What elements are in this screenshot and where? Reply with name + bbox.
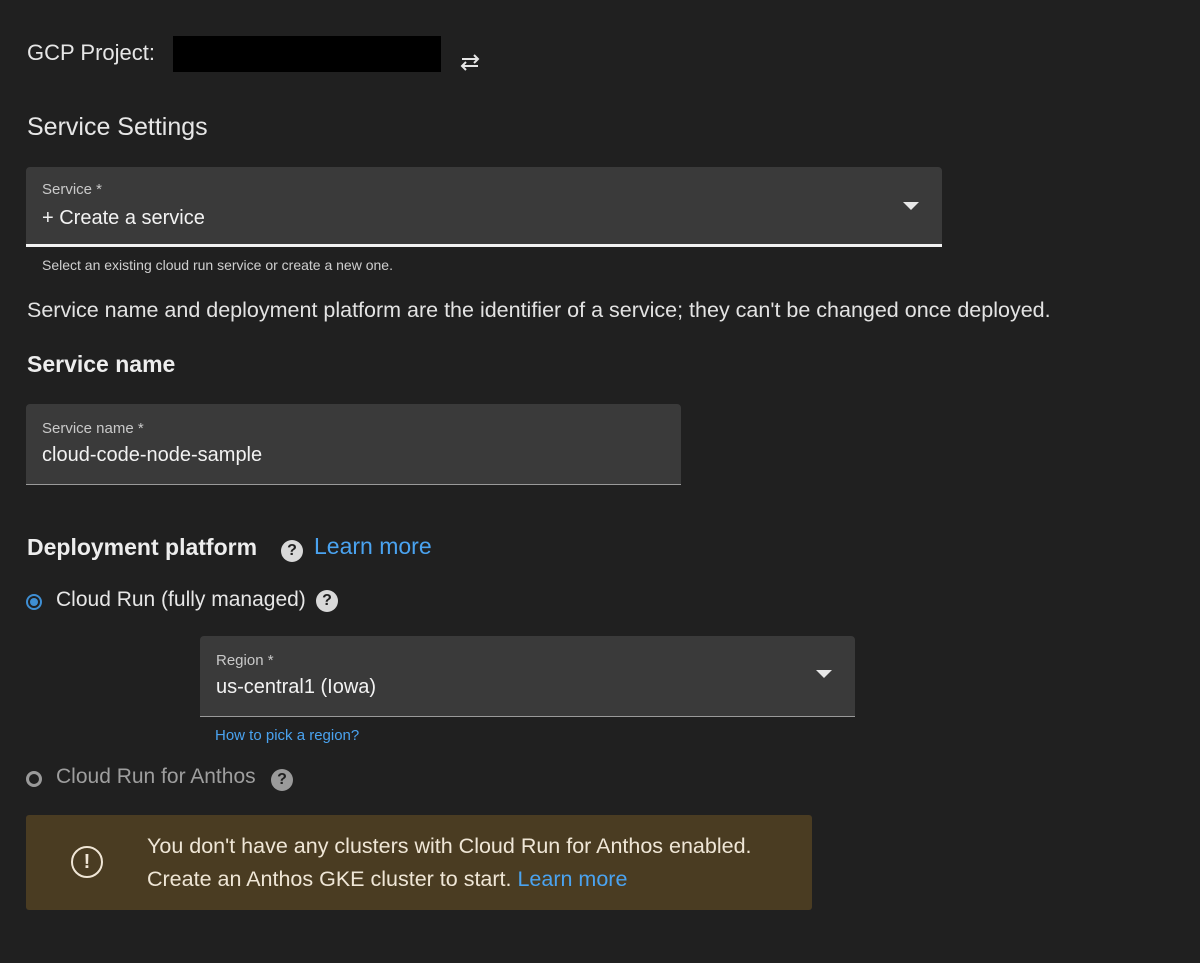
region-select-label: Region *: [216, 652, 274, 669]
service-select-label: Service *: [42, 181, 103, 198]
radio-cloud-run-managed[interactable]: [26, 594, 42, 610]
radio-cloud-run-managed-label[interactable]: Cloud Run (fully managed): [56, 588, 306, 612]
help-icon[interactable]: ?: [281, 540, 303, 562]
dropdown-caret-icon[interactable]: [903, 202, 919, 210]
deploy-settings-page: GCP Project: Service Settings Service * …: [0, 0, 1200, 963]
warning-learn-more-link[interactable]: Learn more: [517, 867, 627, 891]
gcp-project-label: GCP Project:: [27, 40, 155, 65]
deployment-learn-more-link[interactable]: Learn more: [314, 533, 432, 560]
service-select[interactable]: Service * + Create a service: [26, 167, 942, 247]
help-icon[interactable]: ?: [316, 590, 338, 612]
service-name-heading: Service name: [27, 351, 176, 377]
service-select-helper: Select an existing cloud run service or …: [42, 257, 393, 273]
gcp-project-value-redacted: [173, 36, 441, 72]
swap-icon[interactable]: [459, 52, 481, 72]
service-name-input-value[interactable]: cloud-code-node-sample: [42, 444, 262, 467]
deployment-platform-heading: Deployment platform: [27, 534, 258, 560]
pick-region-link[interactable]: How to pick a region?: [215, 727, 359, 744]
warning-text: You don't have any clusters with Cloud R…: [147, 834, 752, 891]
service-identifier-note: Service name and deployment platform are…: [27, 298, 1051, 322]
service-name-input-label: Service name *: [42, 420, 144, 437]
help-icon[interactable]: ?: [271, 769, 293, 791]
warning-message: You don't have any clusters with Cloud R…: [147, 830, 797, 896]
radio-cloud-run-anthos-label[interactable]: Cloud Run for Anthos: [56, 765, 256, 789]
region-select[interactable]: Region * us-central1 (Iowa): [200, 636, 855, 717]
service-name-input[interactable]: Service name * cloud-code-node-sample: [26, 404, 681, 485]
region-select-value: us-central1 (Iowa): [216, 676, 377, 698]
warning-icon: !: [71, 846, 103, 878]
service-settings-title: Service Settings: [27, 113, 208, 141]
dropdown-caret-icon[interactable]: [816, 670, 832, 678]
anthos-warning-banner: ! You don't have any clusters with Cloud…: [26, 815, 812, 910]
service-select-value: + Create a service: [42, 207, 205, 229]
radio-cloud-run-anthos[interactable]: [26, 771, 42, 787]
